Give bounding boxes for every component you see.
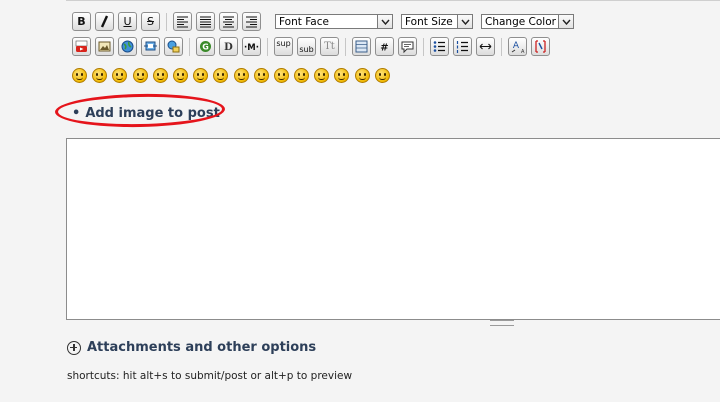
svg-text:G: G xyxy=(202,43,209,52)
svg-text:D: D xyxy=(224,42,233,53)
hash-button[interactable]: # xyxy=(375,37,394,56)
align-left-icon xyxy=(177,16,188,28)
font-size-select[interactable]: Font Size xyxy=(401,14,473,29)
align-left-button[interactable] xyxy=(173,12,192,31)
spellcheck-icon: AA xyxy=(511,41,525,54)
align-center-button[interactable] xyxy=(219,12,238,31)
svg-text:#: # xyxy=(380,43,388,54)
youtube-icon xyxy=(75,40,88,52)
youtube-button[interactable] xyxy=(72,37,91,56)
wiki-icon: D xyxy=(224,42,233,53)
separator xyxy=(423,37,424,56)
separator xyxy=(501,37,502,56)
strikethrough-button[interactable]: S xyxy=(141,12,160,31)
superscript-button[interactable]: sup xyxy=(274,37,293,56)
insert-image-button[interactable] xyxy=(95,37,114,56)
smiley-tongue-out-icon[interactable] xyxy=(354,68,370,83)
hash-icon: # xyxy=(380,43,388,54)
network-icon xyxy=(144,41,157,51)
svg-text:A: A xyxy=(521,49,525,54)
smiley-angry-icon[interactable] xyxy=(152,68,168,83)
insert-page-button[interactable] xyxy=(164,37,183,56)
table-button[interactable] xyxy=(352,37,371,56)
insert-link-button[interactable] xyxy=(118,37,137,56)
svg-text:A: A xyxy=(513,41,520,51)
smiley-smile-icon[interactable] xyxy=(72,68,87,83)
bold-button[interactable]: B xyxy=(72,12,91,31)
smiley-blush-icon[interactable] xyxy=(314,68,330,83)
plus-circle-icon xyxy=(67,340,81,355)
font-face-select[interactable]: Font Face xyxy=(275,14,393,29)
table-icon xyxy=(355,40,368,53)
attachments-toggle[interactable]: Attachments and other options xyxy=(67,340,316,355)
world-page-icon xyxy=(167,40,180,53)
remove-format-button[interactable] xyxy=(531,37,550,56)
quote-icon xyxy=(401,41,414,54)
horizontal-rule-button[interactable] xyxy=(476,37,495,56)
align-justify-button[interactable] xyxy=(196,12,215,31)
bullet-list-icon xyxy=(433,41,445,52)
typewriter-button[interactable]: Tt xyxy=(320,37,339,56)
quote-button[interactable] xyxy=(398,37,417,56)
numbered-list-icon xyxy=(456,41,468,53)
toolbar-row-insert: G D ·M· sup sub Tt # AA xyxy=(72,37,554,56)
insert-email-button[interactable] xyxy=(141,37,160,56)
smiley-confused-icon[interactable] xyxy=(334,68,350,83)
bullet-list-button[interactable] xyxy=(430,37,449,56)
change-color-select[interactable]: Change Color xyxy=(481,14,574,29)
chevron-down-icon xyxy=(558,15,573,28)
smiley-happy-icon[interactable] xyxy=(92,68,108,83)
underline-button[interactable]: U xyxy=(118,12,137,31)
top-border xyxy=(66,0,720,1)
remove-format-icon xyxy=(535,40,546,53)
smiley-grin-icon[interactable] xyxy=(112,68,128,83)
toolbar-row-format: B U S Font Face Font Size Change Color xyxy=(72,12,582,31)
separator xyxy=(267,37,268,56)
spellcheck-button[interactable]: AA xyxy=(508,37,527,56)
align-justify-icon xyxy=(200,16,211,28)
svg-text:·M·: ·M· xyxy=(244,43,259,53)
smiley-dizzy-icon[interactable] xyxy=(253,68,269,83)
smiley-cry-icon[interactable] xyxy=(374,68,390,83)
align-right-button[interactable] xyxy=(242,12,261,31)
separator xyxy=(166,12,167,31)
post-editor-textarea[interactable] xyxy=(66,138,720,320)
chevron-down-icon xyxy=(457,15,472,28)
globe-icon xyxy=(121,40,134,53)
align-right-icon xyxy=(246,16,257,28)
smiley-sad-icon[interactable] xyxy=(172,68,188,83)
more-icon: ·M· xyxy=(244,43,259,53)
smiley-cool-icon[interactable] xyxy=(213,68,229,83)
smiley-wink-icon[interactable] xyxy=(233,68,249,83)
google-button[interactable]: G xyxy=(196,37,215,56)
separator xyxy=(345,37,346,56)
smiley-laugh-icon[interactable] xyxy=(132,68,148,83)
horizontal-rule-icon xyxy=(479,43,492,50)
subscript-button[interactable]: sub xyxy=(297,37,316,56)
numbered-list-button[interactable] xyxy=(453,37,472,56)
smiley-tongue-icon[interactable] xyxy=(273,68,289,83)
italic-button[interactable] xyxy=(95,12,114,31)
smiley-row xyxy=(72,68,395,83)
highlight-annotation xyxy=(54,92,226,129)
google-icon: G xyxy=(200,41,211,52)
align-center-icon xyxy=(223,16,234,28)
image-icon xyxy=(98,41,111,52)
chevron-down-icon xyxy=(377,15,392,28)
shortcuts-hint: shortcuts: hit alt+s to submit/post or a… xyxy=(67,370,353,382)
more-button[interactable]: ·M· xyxy=(242,37,261,56)
smiley-frown-icon[interactable] xyxy=(294,68,310,83)
resize-grip-icon[interactable] xyxy=(490,320,514,326)
smiley-nerd-icon[interactable] xyxy=(193,68,209,83)
italic-icon xyxy=(100,15,109,28)
wiki-button[interactable]: D xyxy=(219,37,238,56)
separator xyxy=(189,37,190,56)
